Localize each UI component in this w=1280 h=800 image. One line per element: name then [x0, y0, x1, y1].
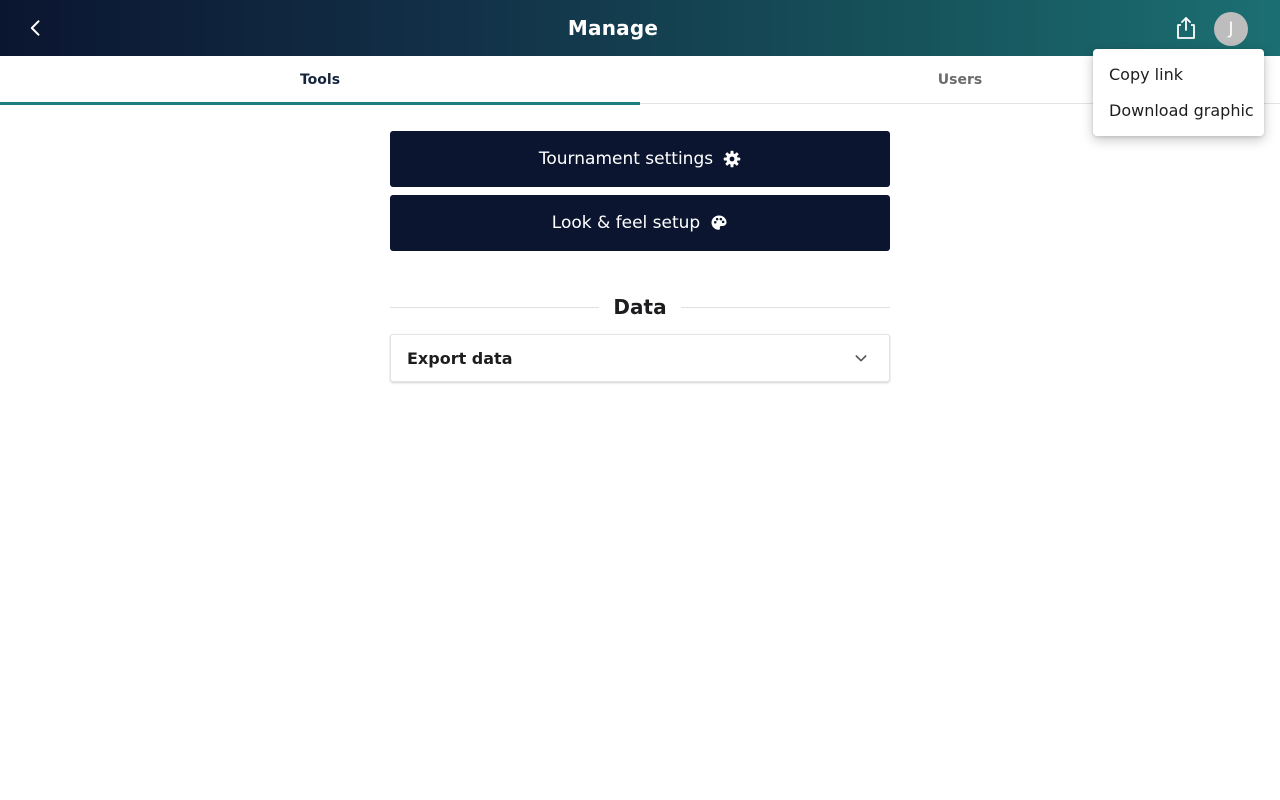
- divider-right: [680, 306, 890, 308]
- section-title: Data: [613, 295, 667, 319]
- gear-icon: [723, 150, 741, 168]
- share-menu: Copy link Download graphic: [1093, 49, 1264, 136]
- tab-bar: Tools Users: [0, 56, 1280, 105]
- avatar[interactable]: J: [1214, 12, 1248, 46]
- app-header: Manage J: [0, 0, 1280, 56]
- chevron-down-icon: [849, 346, 873, 370]
- tab-tools[interactable]: Tools: [0, 56, 640, 105]
- page-title: Manage: [567, 16, 659, 40]
- tournament-settings-label: Tournament settings: [538, 149, 714, 169]
- export-data-accordion[interactable]: Export data: [390, 334, 890, 382]
- menu-item-download-graphic[interactable]: Download graphic: [1093, 92, 1264, 128]
- divider-left: [390, 306, 600, 308]
- data-section-header: Data: [390, 287, 890, 327]
- tools-panel: Tournament settings Look & feel setup Da…: [390, 131, 890, 382]
- menu-item-copy-link[interactable]: Copy link: [1093, 56, 1264, 92]
- look-and-feel-button[interactable]: Look & feel setup: [390, 195, 890, 251]
- tournament-settings-button[interactable]: Tournament settings: [390, 131, 890, 187]
- share-icon: [1177, 17, 1195, 39]
- share-button[interactable]: [1170, 12, 1202, 44]
- palette-icon: [710, 214, 728, 232]
- manage-screen: Manage J Tools Users Tournament settings: [0, 0, 1280, 800]
- export-data-label: Export data: [407, 348, 513, 368]
- look-and-feel-label: Look & feel setup: [551, 213, 701, 233]
